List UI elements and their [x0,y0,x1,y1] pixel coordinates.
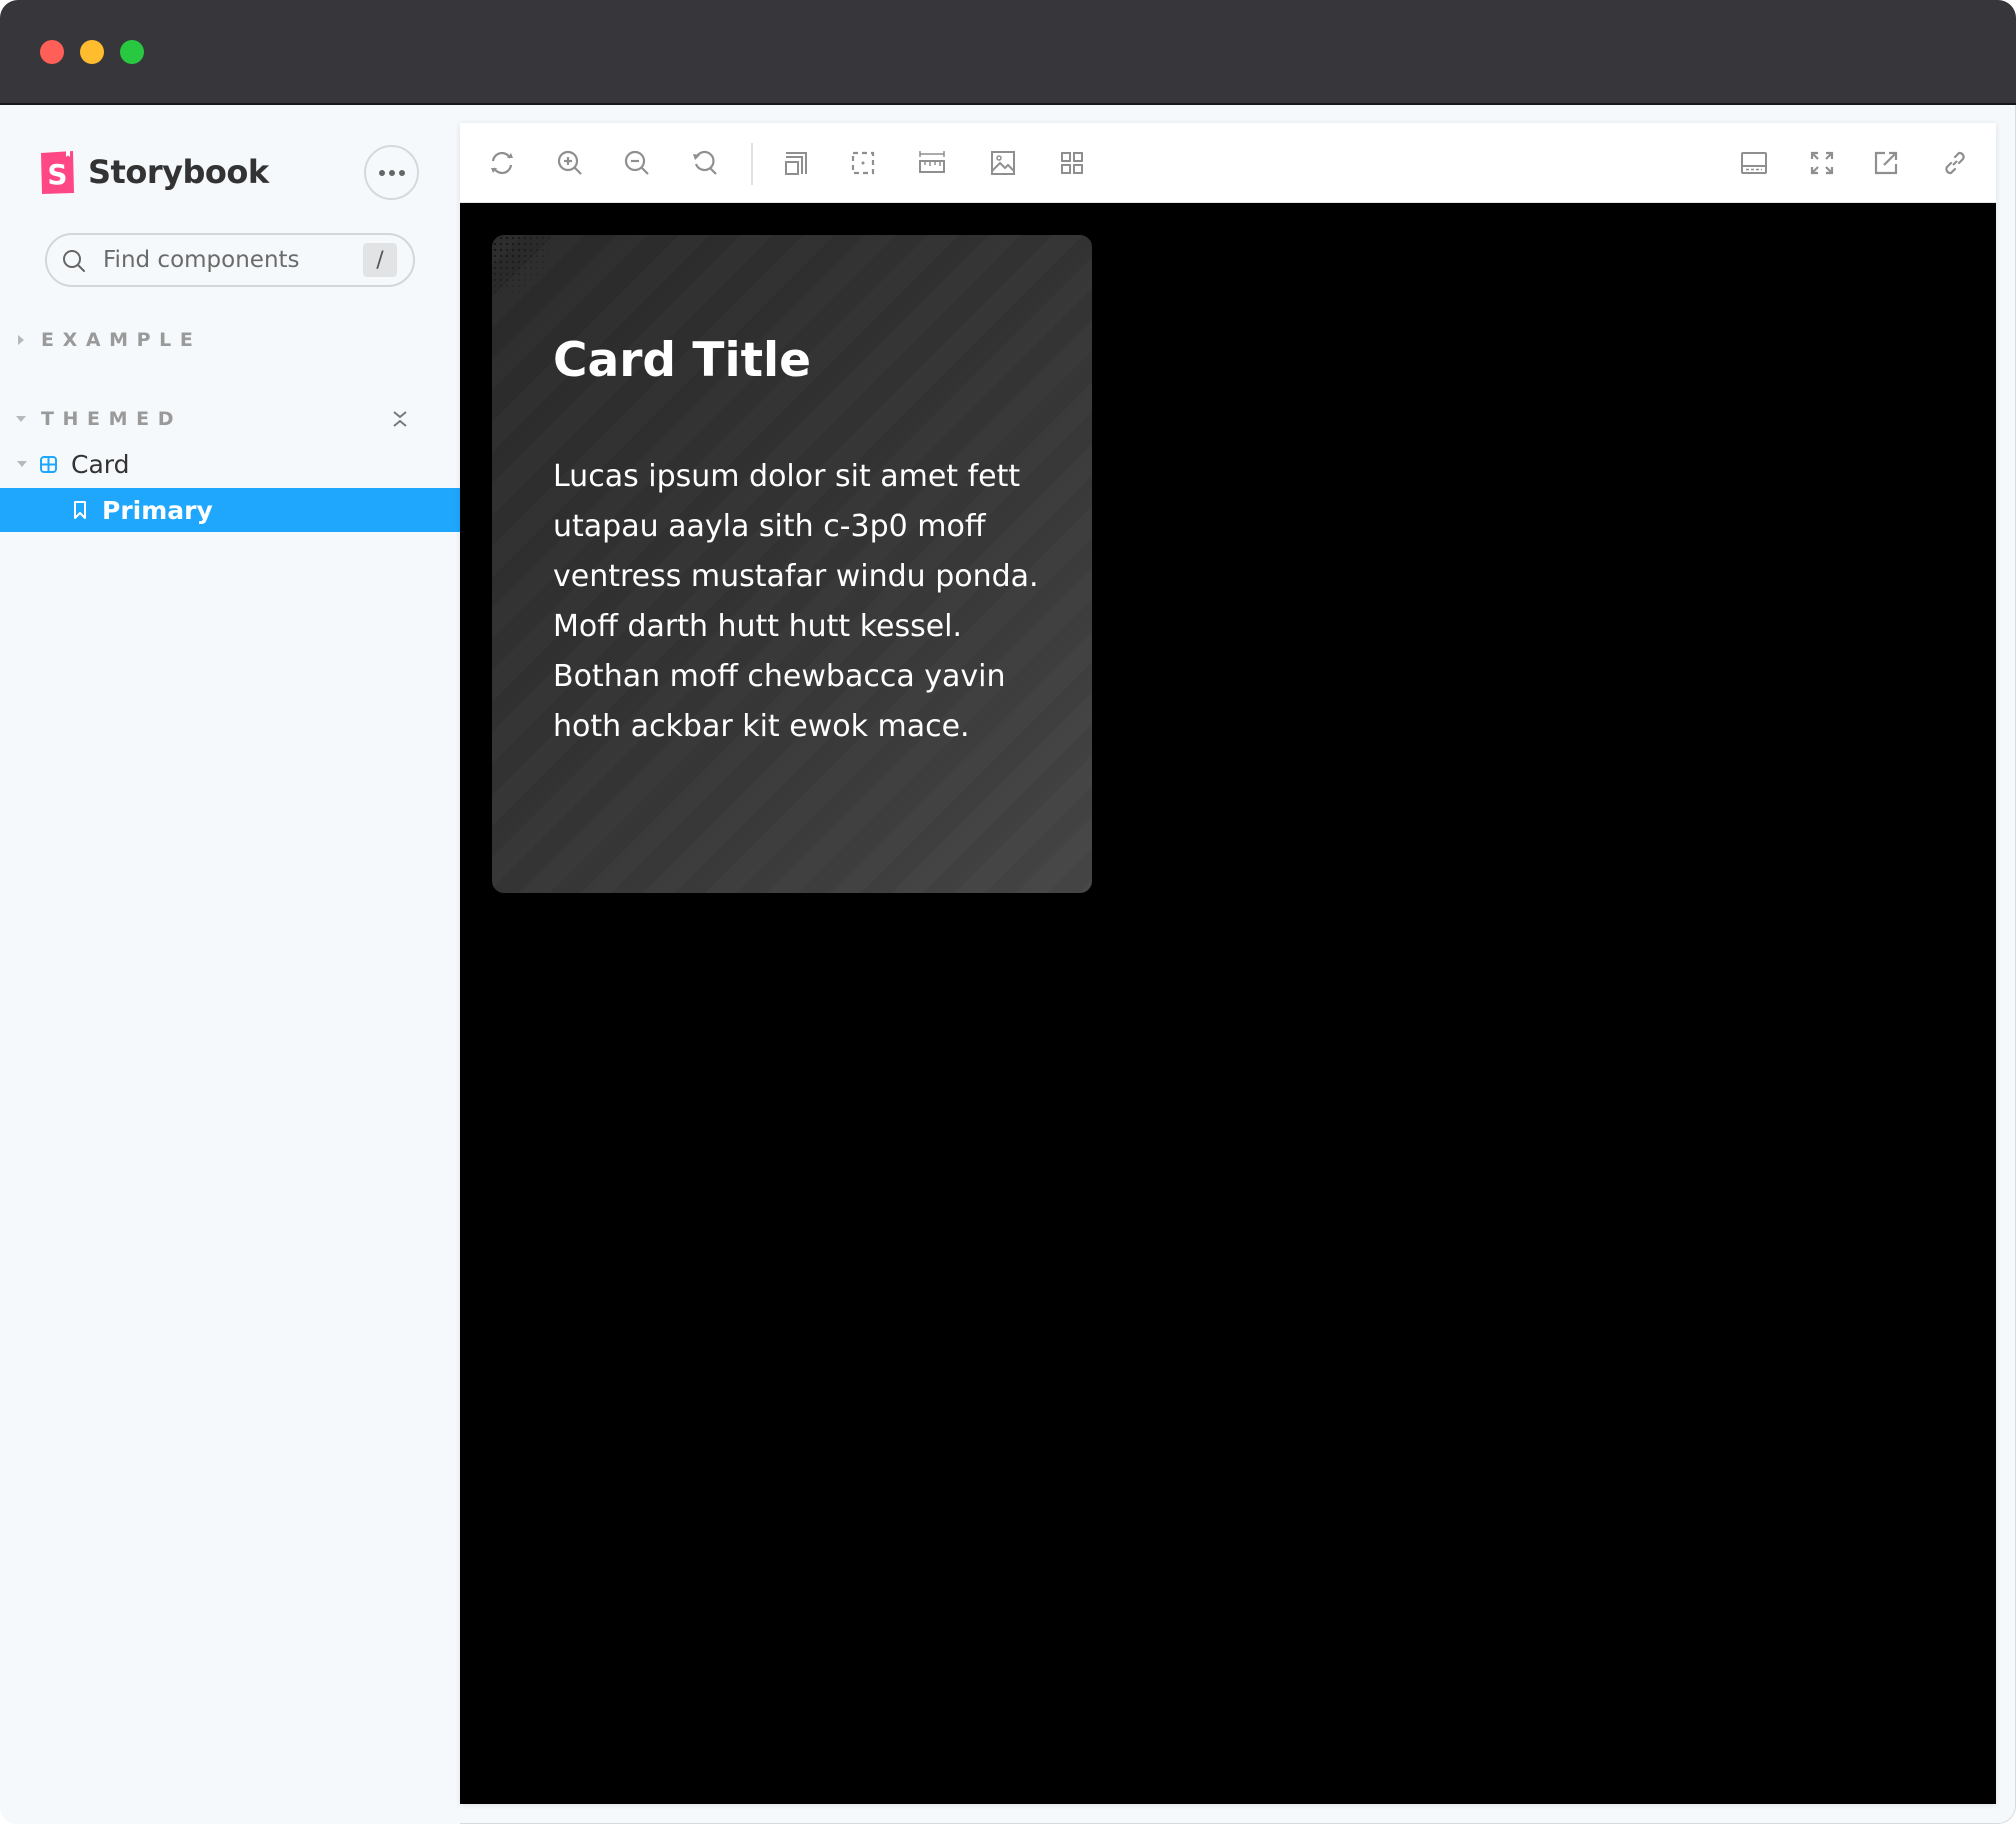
copy-link-button[interactable] [1941,149,1969,177]
tree-item-primary-story[interactable]: Primary [0,488,460,532]
tree-item-label: Primary [102,495,213,525]
search-box: / [45,233,415,287]
zoom-out-icon [624,150,649,175]
grid-button[interactable] [1058,149,1086,177]
chevron-down-icon [17,461,27,467]
minimize-window-button[interactable] [80,40,104,64]
refresh-icon [491,151,513,175]
chevron-down-icon [16,416,26,422]
zoom-reset-icon [693,150,717,175]
zoom-reset-button[interactable] [691,149,719,177]
brand-name: Storybook [88,153,269,191]
group-label: THEMED [41,408,183,430]
reload-button[interactable] [488,149,516,177]
ellipsis-icon [378,169,405,176]
grid-icon [1061,152,1083,174]
bookmark-icon [74,501,86,519]
search-icon [63,250,85,272]
measure-icon [851,151,875,175]
tree-item-card[interactable]: Card [0,442,460,486]
toolbar-divider [751,143,753,185]
outline-icon [785,152,807,175]
tree-item-label: Card [71,449,130,479]
open-in-new-tab-button[interactable] [1872,149,1900,177]
background-image-icon [991,151,1015,175]
card-title: Card Title [553,333,812,388]
fullscreen-icon [1810,151,1834,175]
close-window-button[interactable] [40,40,64,64]
zoom-in-button[interactable] [556,149,584,177]
zoom-in-icon [557,150,582,175]
preview-toolbar [460,123,1996,203]
title-bar [0,0,2016,105]
card-body: Lucas ipsum dolor sit amet fett utapau a… [553,459,1039,744]
svg-text:S: S [47,158,67,191]
group-example[interactable]: EXAMPLE [0,320,460,360]
preview-frame: Card Title Lucas ipsum dolor sit amet fe… [460,123,1996,1804]
zoom-out-button[interactable] [623,149,651,177]
ruler-icon [919,151,945,173]
collapse-all-icon[interactable] [388,407,412,431]
addons-panel-button[interactable] [1740,149,1768,177]
sidebar: S Storybook / EXAMPLE THEMED [0,105,460,1824]
sidebar-menu-button[interactable] [364,145,419,200]
card: Card Title Lucas ipsum dolor sit amet fe… [492,235,1092,893]
zoom-window-button[interactable] [120,40,144,64]
fullscreen-button[interactable] [1808,149,1836,177]
group-label: EXAMPLE [41,329,202,351]
panel-icon [1741,152,1767,174]
app-window: S Storybook / EXAMPLE THEMED [0,0,2016,1824]
background-button[interactable] [989,149,1017,177]
open-new-tab-icon [1874,151,1898,175]
search-shortcut-key: / [363,243,397,277]
search-input[interactable] [103,235,353,285]
component-icon [40,455,57,473]
story-canvas: Card Title Lucas ipsum dolor sit amet fe… [460,203,1996,1804]
group-themed[interactable]: THEMED [0,399,460,439]
brand[interactable]: S Storybook [40,150,269,194]
link-icon [1945,151,1965,175]
outline-button[interactable] [782,149,810,177]
storybook-logo-icon: S [40,150,75,194]
card-texture [492,235,562,295]
viewport-button[interactable] [918,149,946,177]
chevron-right-icon [18,335,24,345]
measure-button[interactable] [849,149,877,177]
